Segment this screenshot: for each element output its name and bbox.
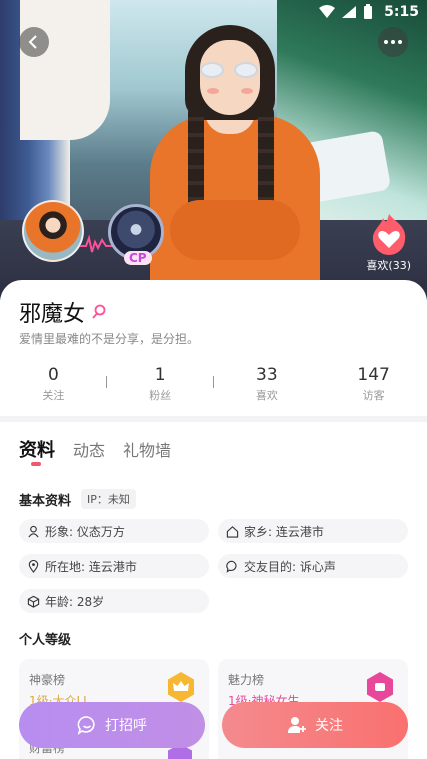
- female-icon: [92, 304, 106, 319]
- info-age: 年龄: 28岁: [19, 589, 209, 613]
- divider: [0, 416, 427, 422]
- info-purpose: 交友目的: 诉心声: [218, 554, 408, 578]
- crown-badge-icon: [168, 672, 194, 702]
- ip-tag: IP：未知: [81, 489, 136, 509]
- charm-badge-icon: [367, 672, 393, 702]
- avatar[interactable]: [22, 200, 84, 262]
- tab-moments[interactable]: 动态: [73, 437, 105, 461]
- follow-button[interactable]: 关注: [222, 702, 408, 748]
- chevron-left-icon: [28, 35, 37, 49]
- info-location: 所在地: 连云港市: [19, 554, 209, 578]
- basic-info-title: 基本资料: [19, 494, 72, 509]
- cube-icon: [27, 595, 40, 608]
- stat-visitors[interactable]: 147 访客: [320, 365, 427, 405]
- location-pin-icon: [28, 559, 39, 573]
- tab-indicator: [31, 462, 41, 466]
- flame-heart-icon: [372, 214, 406, 255]
- stat-likes[interactable]: 33 喜欢: [214, 365, 321, 405]
- level-title: 个人等级: [19, 633, 72, 648]
- like-button[interactable]: [369, 212, 409, 256]
- greet-button[interactable]: 打招呼: [19, 702, 205, 748]
- info-hometown: 家乡: 连云港市: [218, 519, 408, 543]
- profile-tabs: 资料 动态 礼物墙: [19, 436, 171, 462]
- tab-gift-wall[interactable]: 礼物墙: [123, 437, 171, 461]
- battery-icon: [364, 4, 372, 19]
- profile-name: 邪魔女: [19, 302, 86, 327]
- dot-icon: [391, 40, 395, 44]
- back-button[interactable]: [19, 27, 49, 57]
- home-icon: [226, 525, 239, 538]
- info-image: 形象: 仪态万方: [19, 519, 209, 543]
- divider: [106, 376, 107, 388]
- status-time: 5:15: [384, 4, 419, 20]
- status-bar: 5:15: [0, 0, 427, 26]
- dot-icon: [384, 40, 388, 44]
- cp-label: CP: [124, 251, 152, 265]
- dot-icon: [398, 40, 402, 44]
- profile-bio: 爱情里最难的不是分享，是分担。: [19, 332, 200, 346]
- stat-fans[interactable]: 1 粉丝: [107, 365, 214, 405]
- chat-bubble-icon: [226, 560, 237, 573]
- person-icon: [28, 525, 39, 537]
- chat-smile-icon: [77, 716, 95, 735]
- more-button[interactable]: [378, 27, 408, 57]
- like-count: 喜欢(33): [366, 259, 411, 272]
- add-friend-icon: [288, 717, 306, 733]
- wifi-icon: [319, 5, 335, 18]
- tab-info[interactable]: 资料: [19, 436, 55, 462]
- divider: [213, 376, 214, 388]
- signal-icon: [342, 6, 356, 18]
- profile-card: 邪魔女 爱情里最难的不是分享，是分担。 0 关注 1 粉丝 33 喜欢 147 …: [0, 280, 427, 759]
- stat-following[interactable]: 0 关注: [0, 365, 107, 405]
